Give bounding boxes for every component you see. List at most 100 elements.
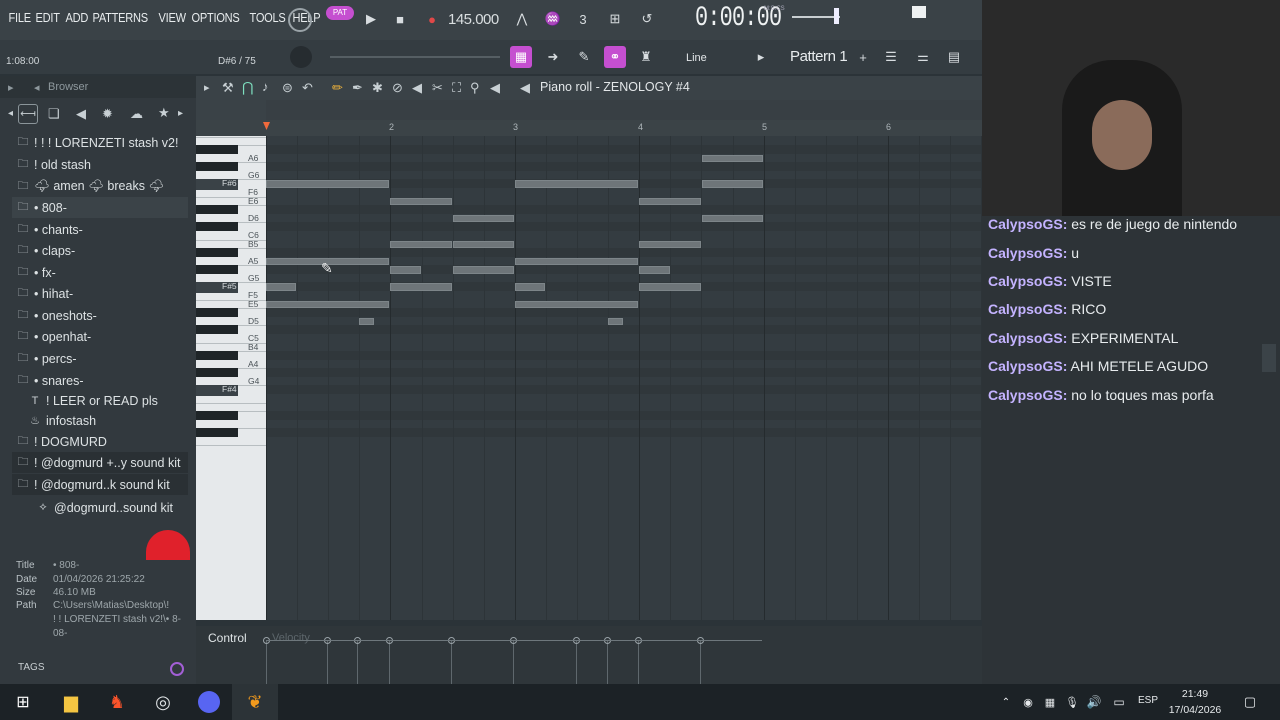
note[interactable] (452, 240, 514, 249)
browser-item[interactable]: T ! LEER or READ pls (12, 390, 188, 411)
step-edit-icon[interactable]: ⊞ (604, 8, 626, 30)
menu-patterns[interactable]: PATTERNS (90, 10, 150, 25)
pencil-icon[interactable]: ✏ (332, 80, 343, 96)
language-indicator[interactable]: ESP (1138, 695, 1158, 706)
black-key[interactable] (196, 411, 238, 420)
note[interactable] (701, 154, 763, 163)
browser-item[interactable]: 🗀 • 808- (12, 197, 188, 218)
black-key[interactable] (196, 325, 238, 334)
velocity-stem[interactable] (513, 640, 514, 684)
mixer-view-icon[interactable]: ▤ (943, 46, 965, 68)
velocity-stem[interactable] (451, 640, 452, 684)
chevron-up-icon[interactable]: ⌃ (996, 684, 1016, 720)
undo-icon[interactable]: ↶ (302, 80, 313, 96)
browser-item[interactable]: 🗀 ! @dogmurd..k sound kit (12, 474, 188, 495)
velocity-stem[interactable] (389, 640, 390, 684)
triangle-right-icon[interactable]: ▸ (204, 81, 210, 94)
note[interactable] (639, 240, 701, 249)
menu-view[interactable]: VIEW (156, 10, 188, 25)
black-key[interactable] (196, 308, 238, 317)
triangle-left-icon[interactable]: ◂ (8, 108, 13, 119)
event-editor[interactable] (196, 626, 982, 684)
channel-rack-icon[interactable]: ⚌ (912, 46, 934, 68)
note[interactable] (701, 214, 763, 223)
timeline-strip[interactable] (266, 100, 982, 120)
volume-icon[interactable]: 🔊 (1084, 684, 1104, 720)
black-key[interactable] (196, 351, 238, 360)
pen-icon[interactable]: ✎ (573, 46, 595, 68)
browser-item[interactable]: 🗀 • snares- (12, 370, 188, 391)
paint-icon[interactable]: ✱ (372, 80, 383, 96)
zoom-icon[interactable]: ⚲ (470, 80, 480, 96)
menu-options[interactable]: OPTIONS (189, 10, 242, 25)
browser-item[interactable]: 🗀 • percs- (12, 348, 188, 369)
back-icon[interactable]: ◂ (34, 81, 40, 94)
metronome-icon[interactable]: ⋀ (511, 8, 533, 30)
menu-tools[interactable]: TOOLS (247, 10, 288, 25)
browser-item[interactable]: ⟡ @dogmurd..sound kit (12, 497, 188, 518)
document-icon[interactable]: ❏ (48, 106, 60, 122)
velocity-stem[interactable] (607, 640, 608, 684)
stamp-icon[interactable]: ⊜ (282, 80, 293, 96)
file-explorer-icon[interactable]: ▆ (48, 684, 94, 720)
speaker-icon[interactable]: ◀ (76, 106, 86, 122)
loop-record-icon[interactable]: ↺ (636, 8, 658, 30)
plugin-icon[interactable]: ✹ (102, 106, 113, 122)
velocity-stem[interactable] (357, 640, 358, 684)
microphone-icon[interactable]: 🎙 (1062, 684, 1082, 720)
browser-item[interactable]: 🗀 ! DOGMURD (12, 431, 188, 452)
velocity-stem[interactable] (576, 640, 577, 684)
note-grid[interactable] (266, 136, 982, 620)
piano-keyboard[interactable]: A6 G6 F#6 F6 E6 D6 C6 B5 A5 G5 F#5 F5 E5 D5 C5 B4 A4 G4 F#… (196, 136, 266, 620)
master-pitch-knob[interactable] (290, 46, 312, 68)
search-icon[interactable] (170, 662, 184, 676)
playlist-icon[interactable]: ☰ (880, 46, 902, 68)
note[interactable] (639, 266, 670, 274)
link-icon[interactable]: ⚭ (604, 46, 626, 68)
note[interactable] (266, 283, 297, 292)
black-key[interactable] (196, 222, 238, 231)
mixer-icon[interactable]: ♜ (635, 46, 657, 68)
black-key[interactable] (196, 162, 238, 171)
monitor-icon[interactable]: ▭ (1108, 684, 1130, 720)
master-pitch-slider[interactable] (792, 16, 840, 18)
slice-icon[interactable]: ✂ (432, 80, 443, 96)
browser-item[interactable]: 🗀 • chants- (12, 219, 188, 240)
menu-edit[interactable]: EDIT (33, 10, 62, 25)
pat-song-toggle[interactable]: PAT (326, 6, 354, 20)
countdown-icon[interactable]: 3 (572, 8, 594, 30)
note[interactable] (608, 317, 623, 326)
velocity-stem[interactable] (700, 640, 701, 684)
pattern-selector[interactable]: Pattern 1 (790, 48, 848, 65)
note[interactable] (266, 300, 390, 309)
velocity-stem[interactable] (266, 640, 267, 684)
tempo-display[interactable]: 145.000 (448, 11, 499, 28)
notification-icon[interactable]: ▢ (1238, 684, 1262, 720)
note[interactable] (514, 180, 639, 189)
discord-tray-icon[interactable]: ◉ (1018, 684, 1038, 720)
obs-icon[interactable]: ◎ (140, 684, 186, 720)
system-clock[interactable]: 21:49 17/04/2026 (1160, 686, 1230, 718)
black-key[interactable] (196, 368, 238, 377)
playback-icon[interactable]: ◀ (490, 80, 500, 96)
network-tray-icon[interactable]: ▦ (1040, 684, 1060, 720)
note[interactable] (390, 197, 452, 206)
fl-studio-icon[interactable]: ❦ (232, 684, 278, 720)
note[interactable] (390, 240, 452, 249)
triangle-right-icon[interactable]: ▸ (178, 108, 183, 119)
black-key[interactable] (196, 205, 238, 214)
browser-item[interactable]: 🗀 ! ! ! LORENZETI stash v2! (12, 132, 188, 153)
master-volume-knob[interactable] (288, 8, 312, 32)
brave-icon[interactable]: ♞ (94, 684, 140, 720)
menu-add[interactable]: ADD (63, 10, 91, 25)
master-slider[interactable] (330, 56, 500, 58)
star-icon[interactable]: ★ (158, 105, 170, 121)
browser-item[interactable]: 🗀 ! @dogmurd +..y sound kit (12, 452, 188, 473)
magnet-icon[interactable]: ⋂ (242, 79, 253, 96)
cloud-icon[interactable]: ☁ (130, 106, 143, 122)
note[interactable] (452, 214, 514, 223)
wait-input-icon[interactable]: ♒ (542, 8, 564, 30)
black-key[interactable] (196, 428, 238, 437)
black-key[interactable] (196, 145, 238, 154)
select-icon[interactable]: ⛶ (452, 80, 461, 96)
